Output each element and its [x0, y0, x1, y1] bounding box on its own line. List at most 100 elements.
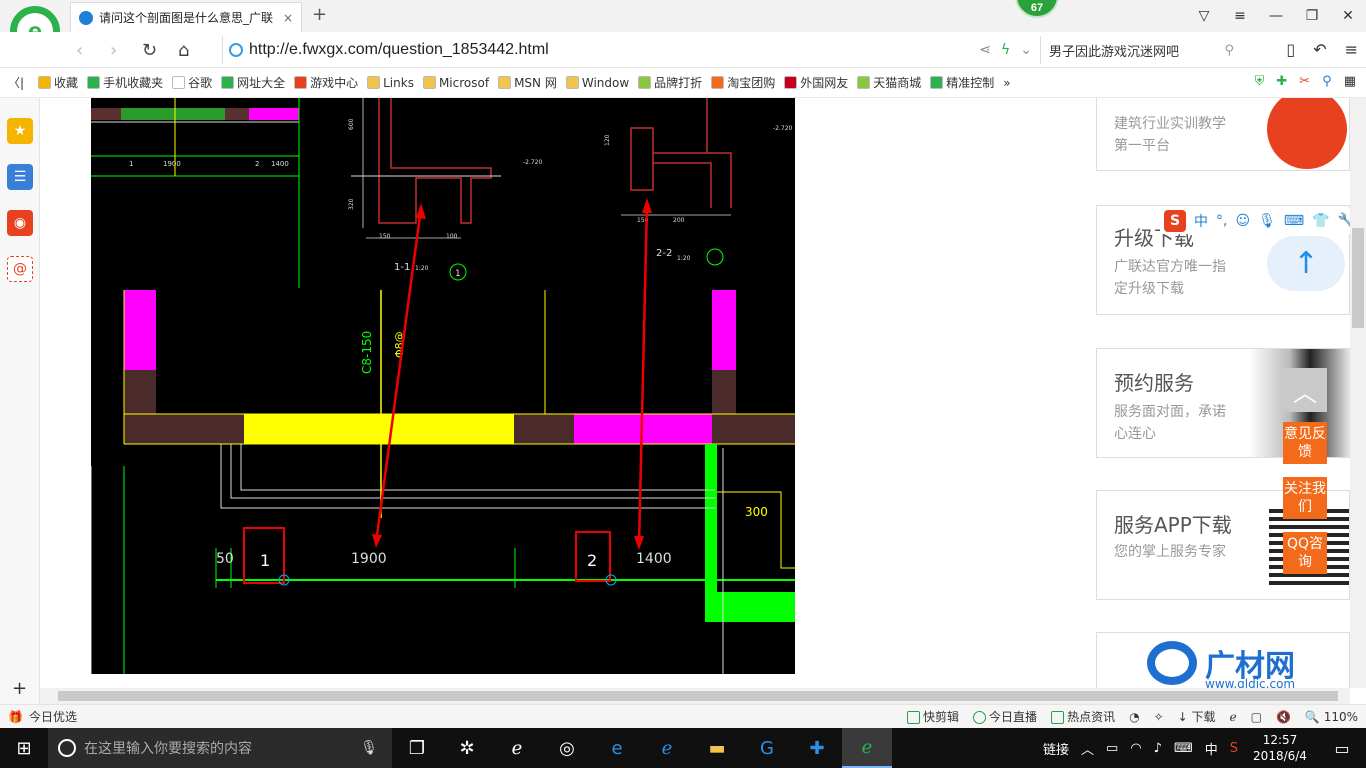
- sogou-tray-icon[interactable]: S: [1230, 741, 1238, 756]
- ie-icon[interactable]: ℯ: [642, 728, 692, 768]
- favorites-star-icon[interactable]: ★: [7, 118, 33, 144]
- sidebar-add-button[interactable]: +: [12, 678, 27, 699]
- minimize-button[interactable]: —: [1258, 0, 1294, 32]
- app-swirl-icon[interactable]: ◎: [542, 728, 592, 768]
- bookmarks-more[interactable]: »: [1003, 76, 1010, 90]
- bookmark-item[interactable]: 网址大全: [221, 74, 285, 91]
- shield-icon[interactable]: ⛨: [1255, 74, 1265, 89]
- horizontal-scrollbar[interactable]: [40, 688, 1350, 704]
- find-icon[interactable]: ⚲: [1322, 74, 1332, 89]
- bookmark-item[interactable]: 收藏: [38, 74, 78, 91]
- close-window-button[interactable]: ✕: [1330, 0, 1366, 32]
- home-icon[interactable]: ⌂: [178, 40, 189, 61]
- main-menu-icon[interactable]: ≡: [1345, 40, 1358, 59]
- bookmark-item[interactable]: Links: [367, 74, 414, 91]
- forward-icon[interactable]: ›: [110, 40, 117, 61]
- cleanup-icon[interactable]: ✧: [1154, 710, 1164, 724]
- ad-gldjc[interactable]: 广材网 www.gldjc.com: [1096, 632, 1350, 688]
- microphone-icon[interactable]: 🎙: [360, 740, 392, 756]
- back-to-top-button[interactable]: ︿: [1283, 368, 1327, 412]
- edge-icon[interactable]: e: [592, 728, 642, 768]
- ime-punctuation[interactable]: °,: [1216, 213, 1227, 229]
- notification-badge[interactable]: 67: [1015, 0, 1059, 18]
- wifi-icon[interactable]: ◠: [1130, 741, 1141, 756]
- ime-mode[interactable]: 中: [1194, 211, 1208, 231]
- ie-mode-icon[interactable]: ℯ: [1230, 710, 1237, 724]
- bookmark-item[interactable]: 淘宝团购: [711, 74, 775, 91]
- tray-link-label[interactable]: 链接: [1043, 739, 1069, 758]
- mobile-icon[interactable]: ▯: [1286, 40, 1295, 59]
- bookmarks-collapse[interactable]: 〈|: [8, 74, 24, 91]
- share-icon[interactable]: ⋖: [979, 42, 991, 58]
- bookmark-item[interactable]: 外国网友: [784, 74, 848, 91]
- window-icon[interactable]: ▢: [1251, 710, 1262, 724]
- bookmark-item[interactable]: 品牌打折: [638, 74, 702, 91]
- section-marker-1: 1: [260, 551, 270, 570]
- app-g-icon[interactable]: G: [742, 728, 792, 768]
- bookmark-item[interactable]: 谷歌: [172, 74, 212, 91]
- browser-e-icon[interactable]: ℯ: [492, 728, 542, 768]
- bookmark-item[interactable]: 游戏中心: [294, 74, 358, 91]
- clock[interactable]: 12:57 2018/6/4: [1250, 732, 1310, 764]
- keyboard-tray-icon[interactable]: ⌨: [1174, 741, 1193, 756]
- windows-start-icon[interactable]: ⊞: [0, 728, 48, 768]
- bookmark-item[interactable]: MSN 网: [498, 74, 557, 91]
- undo-icon[interactable]: ↶: [1313, 40, 1326, 59]
- file-explorer-icon[interactable]: ▬: [692, 728, 742, 768]
- ad-training[interactable]: 建筑行业实训教学第一平台: [1096, 98, 1350, 171]
- task-view-icon[interactable]: ❐: [392, 728, 442, 768]
- horizontal-scroll-thumb[interactable]: [58, 691, 1338, 701]
- skin-icon[interactable]: ▽: [1186, 0, 1222, 32]
- app-pinwheel-icon[interactable]: ✲: [442, 728, 492, 768]
- address-bar[interactable]: http://e.fwxgx.com/question_1853442.html…: [222, 36, 1032, 64]
- apps-icon[interactable]: ▦: [1344, 74, 1356, 89]
- search-box[interactable]: 男子因此游戏沉迷网吧 ⚲: [1040, 36, 1240, 64]
- qq-consult-button[interactable]: QQ咨询: [1283, 532, 1327, 574]
- feedback-button[interactable]: 意见反馈: [1283, 422, 1327, 464]
- menu-icon[interactable]: ≡: [1222, 0, 1258, 32]
- status-live[interactable]: 今日直播: [973, 708, 1037, 725]
- status-news[interactable]: 热点资讯: [1051, 708, 1115, 725]
- vertical-scrollbar[interactable]: [1350, 98, 1366, 688]
- new-tab-button[interactable]: +: [312, 4, 327, 25]
- app-plus-icon[interactable]: ✚: [792, 728, 842, 768]
- notification-center-icon[interactable]: ▭: [1322, 728, 1362, 768]
- taskbar-search[interactable]: 在这里输入你要搜索的内容 🎙: [48, 728, 392, 768]
- bookmark-item[interactable]: Window: [565, 74, 629, 91]
- restore-button[interactable]: ❐: [1294, 0, 1330, 32]
- browser-tab[interactable]: 请问这个剖面图是什么意思_广联 ×: [70, 2, 302, 32]
- zoom-level[interactable]: 🔍 110%: [1305, 710, 1358, 724]
- vertical-scroll-thumb[interactable]: [1352, 228, 1364, 328]
- scissors-icon[interactable]: ✂: [1299, 74, 1310, 89]
- search-icon[interactable]: ⚲: [1224, 43, 1240, 58]
- mute-icon[interactable]: 🔇: [1276, 710, 1291, 724]
- tab-close-icon[interactable]: ×: [277, 11, 293, 25]
- daily-picks-link[interactable]: 今日优选: [29, 708, 77, 725]
- back-icon[interactable]: ‹: [76, 40, 83, 61]
- active-browser-icon[interactable]: ℯ: [842, 728, 892, 768]
- speed-dial-icon[interactable]: ◔: [1129, 710, 1139, 724]
- volume-icon[interactable]: ♪: [1154, 741, 1162, 756]
- keyboard-icon[interactable]: ⌨: [1284, 213, 1304, 229]
- reading-list-icon[interactable]: ☰: [7, 164, 33, 190]
- mail-icon[interactable]: @: [7, 256, 33, 282]
- translate-icon[interactable]: ✚: [1276, 74, 1287, 89]
- weibo-icon[interactable]: ◉: [7, 210, 33, 236]
- bookmark-item[interactable]: 天猫商城: [857, 74, 921, 91]
- speed-icon[interactable]: ϟ: [1001, 42, 1010, 58]
- ime-tray-label[interactable]: 中: [1205, 739, 1218, 758]
- status-quick-edit[interactable]: 快剪辑: [907, 708, 959, 725]
- bookmark-item[interactable]: 手机收藏夹: [87, 74, 163, 91]
- skin-shirt-icon[interactable]: 👕: [1312, 213, 1329, 229]
- sogou-logo-icon[interactable]: S: [1164, 210, 1186, 232]
- bookmark-item[interactable]: Microsof: [422, 74, 489, 91]
- voice-icon[interactable]: 🎙: [1258, 213, 1276, 229]
- status-download[interactable]: ↓ 下载: [1178, 708, 1216, 725]
- follow-us-button[interactable]: 关注我们: [1283, 477, 1327, 519]
- refresh-icon[interactable]: ↻: [142, 40, 157, 61]
- chevron-down-icon[interactable]: ⌄: [1020, 42, 1032, 58]
- bookmark-item[interactable]: 精准控制: [930, 74, 994, 91]
- chevron-up-icon[interactable]: ︿: [1081, 739, 1094, 758]
- battery-icon[interactable]: ▭: [1106, 741, 1118, 756]
- emoji-icon[interactable]: ☺: [1235, 213, 1250, 229]
